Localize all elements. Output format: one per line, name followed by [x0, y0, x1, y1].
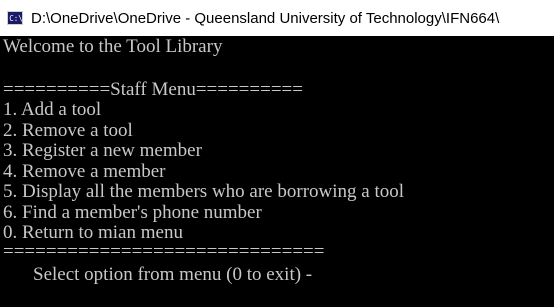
window-title: D:\OneDrive\OneDrive - Queensland Univer…: [31, 9, 500, 27]
menu-item-display-borrowing-members: 5. Display all the members who are borro…: [3, 181, 405, 202]
menu-item-remove-member: 4. Remove a member: [3, 161, 166, 182]
menu-footer: ==============================: [3, 241, 325, 262]
console-output[interactable]: Welcome to the Tool Library ==========St…: [0, 36, 554, 307]
menu-item-register-member: 3. Register a new member: [3, 140, 202, 161]
menu-item-add-tool: 1. Add a tool: [3, 99, 102, 120]
menu-item-remove-tool: 2. Remove a tool: [3, 120, 133, 141]
console-window: C:\ D:\OneDrive\OneDrive - Queensland Un…: [0, 0, 554, 307]
menu-header: ==========Staff Menu==========: [3, 79, 303, 100]
title-bar[interactable]: C:\ D:\OneDrive\OneDrive - Queensland Un…: [0, 0, 554, 36]
svg-text:C:\: C:\: [9, 14, 23, 23]
input-prompt[interactable]: Select option from menu (0 to exit) -: [33, 264, 312, 286]
menu-item-find-phone-number: 6. Find a member's phone number: [3, 202, 262, 223]
console-icon: C:\: [7, 11, 23, 25]
welcome-message: Welcome to the Tool Library: [3, 36, 223, 57]
